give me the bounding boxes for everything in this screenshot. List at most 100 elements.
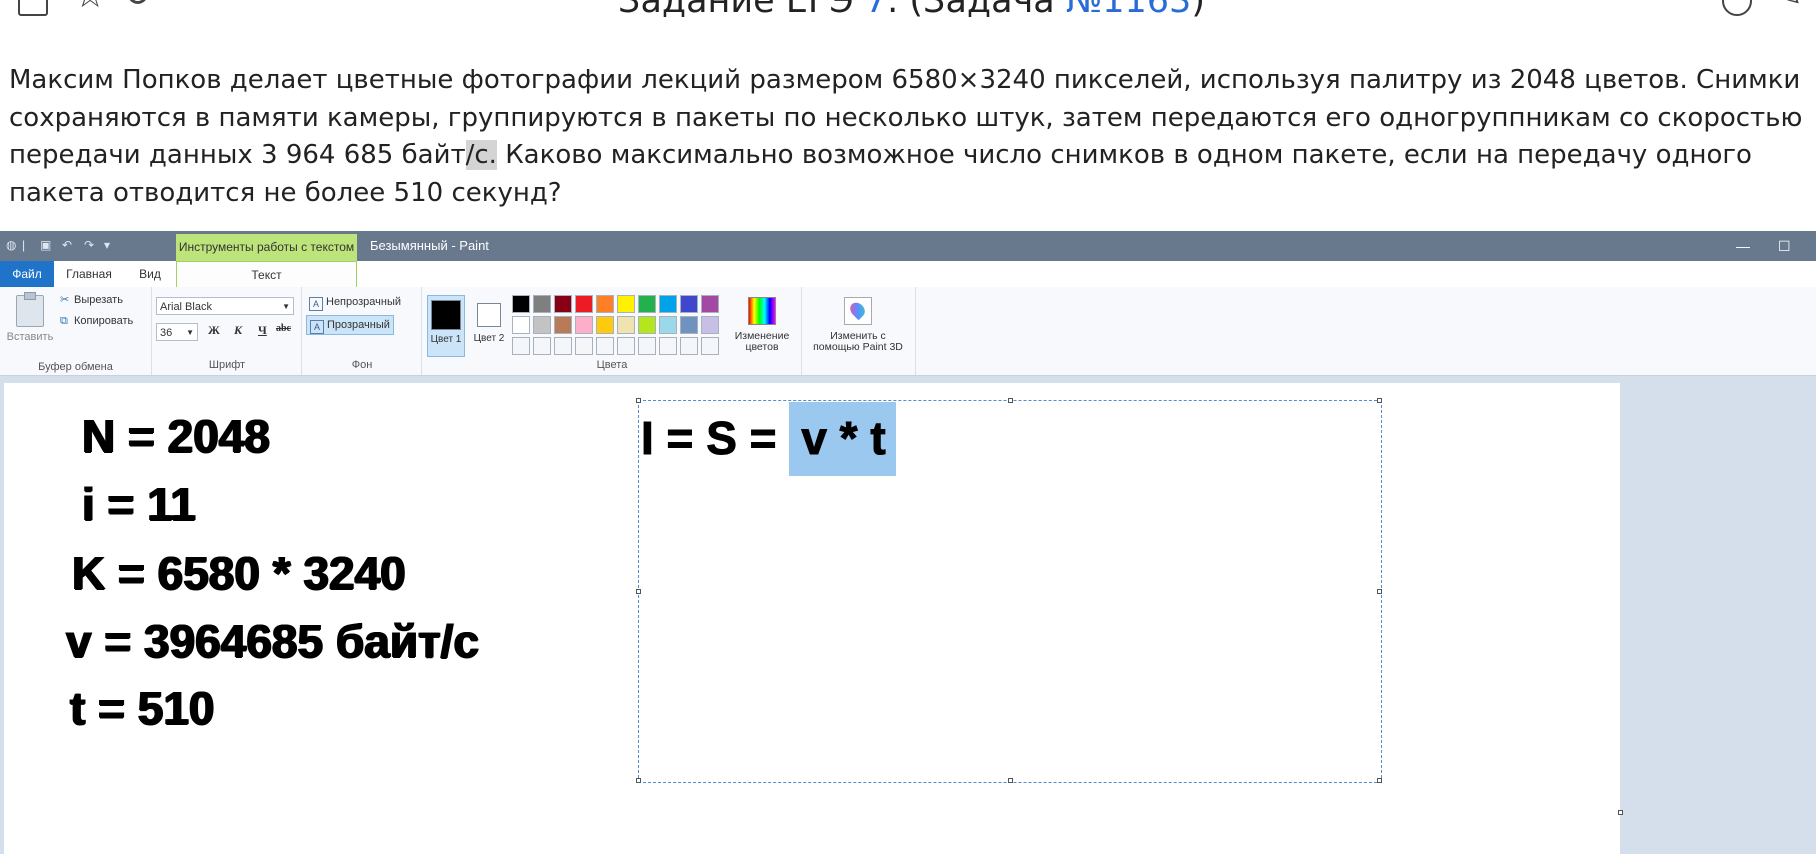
paint3d-icon: [844, 297, 872, 325]
paste-button[interactable]: Вставить: [6, 292, 54, 343]
palette-swatch[interactable]: [554, 316, 572, 334]
canvas-text-t: t = 510: [70, 682, 215, 734]
copy-button[interactable]: ⧉ Копировать: [60, 315, 133, 328]
palette-empty-swatch[interactable]: [638, 337, 656, 355]
tab-view[interactable]: Вид: [128, 261, 172, 287]
palette-swatch[interactable]: [575, 295, 593, 313]
tab-file[interactable]: Файл: [0, 261, 54, 287]
paint3d-button[interactable]: Изменить с помощью Paint 3D: [806, 295, 910, 353]
palette-swatch[interactable]: [659, 316, 677, 334]
color2-swatch: [477, 303, 501, 327]
opaque-label: Непрозрачный: [326, 296, 402, 308]
palette-empty-swatch[interactable]: [533, 337, 551, 355]
cut-button[interactable]: ✂ Вырезать: [60, 293, 123, 306]
color2-button[interactable]: Цвет 2: [470, 295, 508, 357]
textbox-prefix: I = S =: [640, 412, 790, 464]
palette-swatch[interactable]: [596, 316, 614, 334]
palette-empty-swatch[interactable]: [575, 337, 593, 355]
transparent-option[interactable]: A Прозрачный: [306, 315, 394, 335]
star-icon[interactable]: ☆: [74, 0, 106, 14]
history-icon[interactable]: ↺: [124, 0, 153, 12]
undo-icon[interactable]: ↶: [62, 239, 72, 251]
palette-empty-swatch[interactable]: [680, 337, 698, 355]
palette-empty-swatch[interactable]: [659, 337, 677, 355]
underline-button[interactable]: Ч: [258, 323, 267, 338]
title-suffix: ): [1191, 0, 1205, 21]
resize-handle-nw[interactable]: [636, 398, 641, 403]
textbox-content[interactable]: I = S = v * t: [640, 402, 896, 476]
resize-handle-se[interactable]: [1377, 778, 1382, 783]
redo-icon[interactable]: ↷: [84, 239, 94, 251]
palette-swatch[interactable]: [512, 295, 530, 313]
palette-swatch[interactable]: [680, 316, 698, 334]
palette-swatch[interactable]: [638, 295, 656, 313]
scissors-icon: ✂: [60, 294, 70, 306]
palette-swatch[interactable]: [638, 316, 656, 334]
text-box-icon: A: [310, 320, 324, 334]
palette-empty-swatch[interactable]: [512, 337, 530, 355]
pencil-icon[interactable]: ✎: [1774, 0, 1803, 12]
italic-button[interactable]: К: [234, 323, 242, 338]
strikethrough-button[interactable]: abc: [276, 323, 291, 334]
paint3d-label: Изменить с помощью Paint 3D: [813, 330, 903, 353]
font-size-value: 36: [160, 327, 173, 339]
resize-handle-ne[interactable]: [1377, 398, 1382, 403]
color1-swatch: [431, 300, 461, 330]
palette-empty-swatch[interactable]: [596, 337, 614, 355]
palette-swatch[interactable]: [512, 316, 530, 334]
task-number-link[interactable]: 7: [865, 0, 887, 21]
palette-swatch[interactable]: [575, 316, 593, 334]
palette-empty-swatch[interactable]: [554, 337, 572, 355]
palette-swatch[interactable]: [533, 295, 551, 313]
tab-text[interactable]: Текст: [176, 261, 357, 287]
font-size-select[interactable]: 36 ▼: [156, 323, 198, 341]
color1-button[interactable]: Цвет 1: [427, 295, 465, 357]
save-icon[interactable]: ▣: [40, 239, 51, 251]
palette-swatch[interactable]: [554, 295, 572, 313]
canvas-resize-handle[interactable]: [1618, 810, 1623, 815]
text-box[interactable]: I = S = v * t: [636, 398, 1382, 783]
minimize-button[interactable]: —: [1736, 231, 1750, 261]
resize-handle-w[interactable]: [636, 589, 641, 594]
tab-home[interactable]: Главная: [60, 261, 118, 287]
site-header: ☆ ↺ Задание ЕГЭ 7. (Задача №1163) ✎: [0, 0, 1816, 24]
problem-number-link[interactable]: №1163: [1066, 0, 1191, 21]
palette-swatch[interactable]: [617, 316, 635, 334]
canvas-text-n: N = 2048: [82, 410, 270, 462]
chevron-down-icon: ▼: [282, 302, 290, 311]
resize-handle-sw[interactable]: [636, 778, 641, 783]
paint-app-icon: ◍: [6, 238, 17, 252]
palette-swatch[interactable]: [617, 295, 635, 313]
palette-swatch[interactable]: [701, 295, 719, 313]
drawing-canvas[interactable]: N = 2048 i = 11 K = 6580 * 3240 v = 3964…: [4, 383, 1620, 854]
edit-colors-button[interactable]: Изменение цветов: [730, 295, 794, 353]
task-highlight: /с.: [465, 140, 497, 170]
color-spectrum-icon: [748, 297, 776, 325]
palette-empty-swatch[interactable]: [701, 337, 719, 355]
copy-label: Копировать: [74, 315, 134, 327]
palette-swatch[interactable]: [659, 295, 677, 313]
resize-handle-e[interactable]: [1377, 589, 1382, 594]
ribbon: Вставить ✂ Вырезать ⧉ Копировать Буфер обм…: [0, 287, 1816, 376]
color1-label: Цвет 1: [430, 334, 462, 345]
palette-swatch[interactable]: [680, 295, 698, 313]
customize-quick-access-icon[interactable]: ▾: [104, 239, 110, 251]
opaque-option[interactable]: A Непрозрачный: [306, 293, 404, 311]
canvas-text-v: v = 3964685 байт/с: [66, 615, 480, 667]
checkbox-icon[interactable]: [18, 0, 48, 16]
font-family-select[interactable]: Arial Black ▼: [156, 297, 294, 315]
window-title: Безымянный - Paint: [370, 238, 489, 253]
textbox-selection[interactable]: v * t: [789, 402, 896, 476]
info-icon[interactable]: [1722, 0, 1752, 16]
palette-swatch[interactable]: [596, 295, 614, 313]
resize-handle-n[interactable]: [1008, 398, 1013, 403]
clipboard-group-label: Буфер обмена: [38, 361, 113, 373]
bold-button[interactable]: Ж: [208, 323, 220, 338]
palette-empty-swatch[interactable]: [617, 337, 635, 355]
palette-swatch[interactable]: [701, 316, 719, 334]
resize-handle-s[interactable]: [1008, 778, 1013, 783]
palette-swatch[interactable]: [533, 316, 551, 334]
font-family-value: Arial Black: [160, 301, 212, 313]
maximize-button[interactable]: ☐: [1778, 231, 1791, 261]
task-statement: Максим Попков делает цветные фотографии …: [9, 62, 1809, 212]
